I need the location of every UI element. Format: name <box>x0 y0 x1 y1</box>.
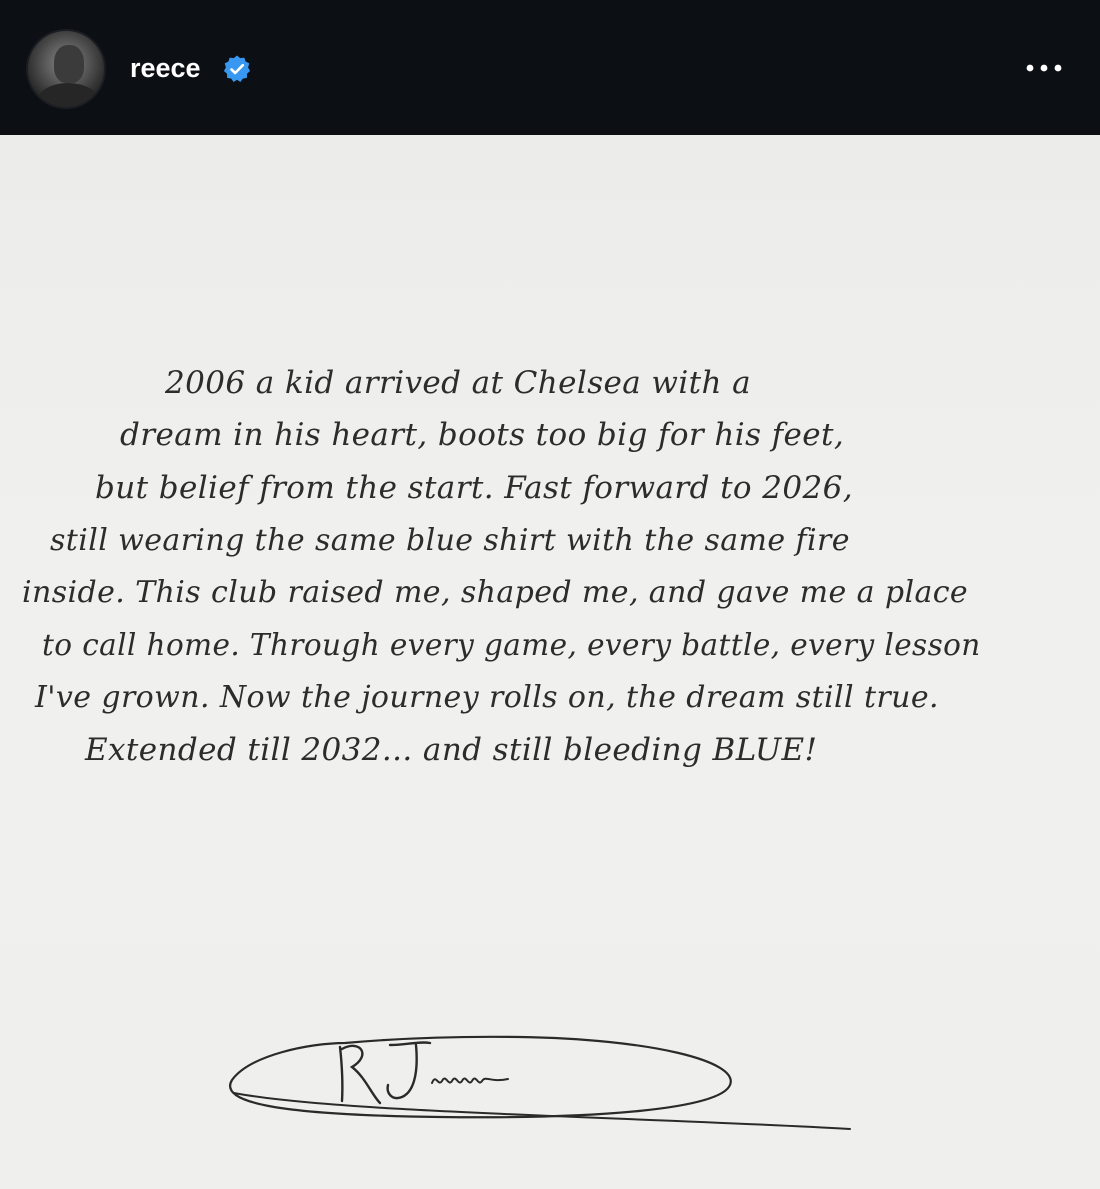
avatar-face <box>54 45 84 83</box>
letter-line: still wearing the same blue shirt with t… <box>50 523 850 558</box>
profile-avatar[interactable] <box>26 29 106 109</box>
username[interactable]: reece <box>130 52 201 84</box>
letter-line: inside. This club raised me, shaped me, … <box>22 575 969 610</box>
letter-line: dream in his heart, boots too big for hi… <box>120 417 845 453</box>
handwritten-signature <box>229 1035 851 1130</box>
verified-badge-icon <box>223 55 251 82</box>
more-options-icon[interactable] <box>1018 52 1070 84</box>
letter-line: but belief from the start. Fast forward … <box>95 470 853 506</box>
letter-line: 2006 a kid arrived at Chelsea with a <box>165 365 752 401</box>
letter-line: to call home. Through every game, every … <box>42 628 981 662</box>
letter-line: Extended till 2032... and still bleeding… <box>85 732 818 768</box>
avatar-shoulders <box>36 83 100 107</box>
post-header: reece <box>0 0 1100 135</box>
letter-line: I've grown. Now the journey rolls on, th… <box>35 680 939 715</box>
